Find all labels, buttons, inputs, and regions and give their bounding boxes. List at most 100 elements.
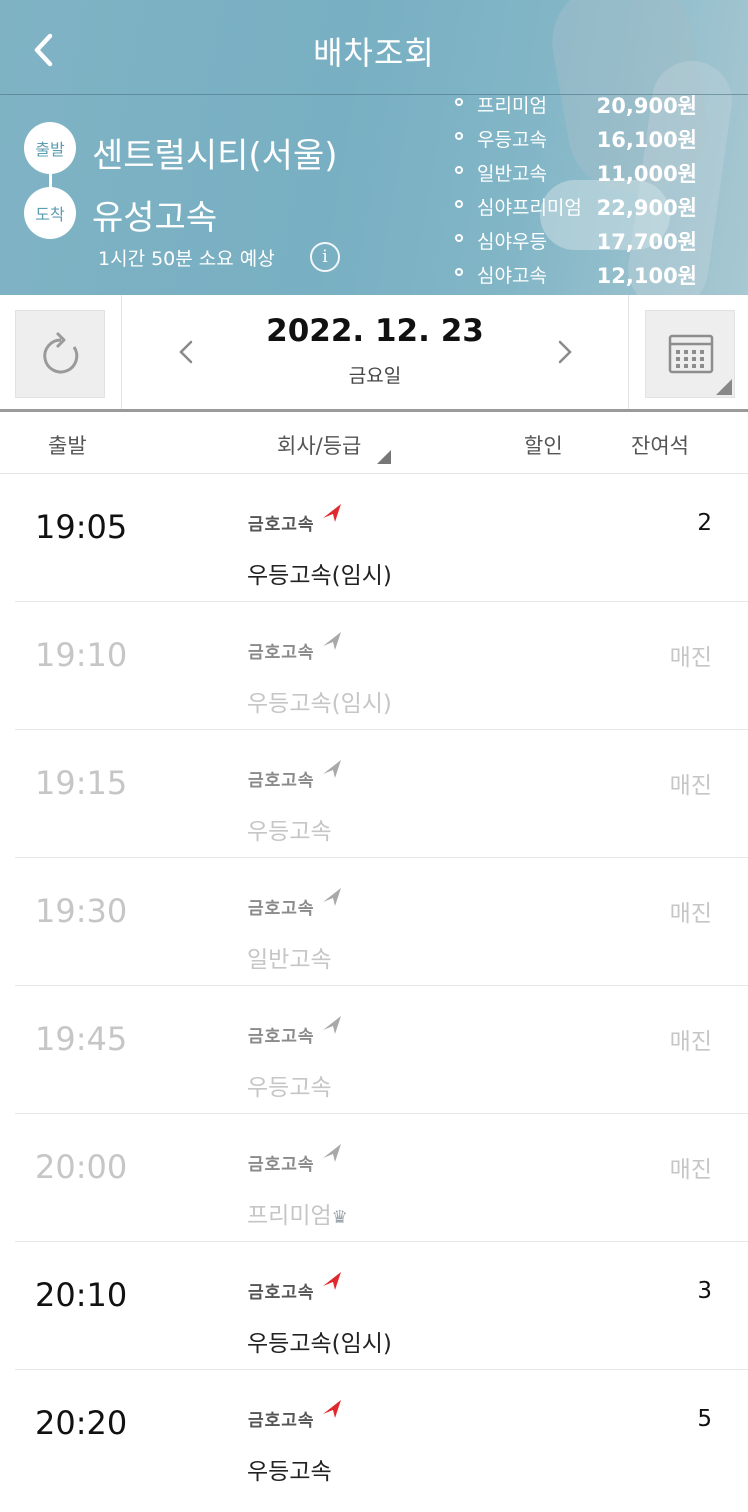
company-logo: 금호고속	[248, 502, 348, 535]
bullet-icon	[455, 166, 463, 174]
company-logo: 금호고속	[248, 1398, 348, 1431]
info-icon[interactable]: i	[310, 242, 340, 272]
bullet-icon	[455, 132, 463, 140]
company-name: 금호고속	[248, 1155, 315, 1175]
company-name: 금호고속	[248, 643, 315, 663]
remaining-seats: 매진	[669, 645, 712, 671]
selected-day: 금요일	[348, 365, 402, 387]
fare-price: 22,900원	[596, 196, 697, 220]
logo-mark-icon	[323, 1272, 341, 1290]
route-header: 배차조회 출발 도착 센트럴시티(서울) 유성고속 1시간 50분 소요 예상 …	[0, 0, 748, 295]
column-seats: 잔여석	[631, 434, 689, 458]
bullet-icon	[455, 98, 463, 106]
departure-badge: 출발	[24, 122, 76, 174]
column-departure: 출발	[48, 434, 87, 458]
bullet-icon	[455, 200, 463, 208]
departure-time: 19:15	[35, 764, 128, 802]
fare-name: 우등고속	[477, 129, 547, 151]
logo-mark-icon	[323, 632, 341, 650]
chevron-right-icon	[558, 340, 572, 364]
remaining-seats: 매진	[669, 1029, 712, 1055]
selected-date: 2022. 12. 23	[266, 313, 484, 349]
column-discount: 할인	[524, 434, 563, 458]
column-company-sort[interactable]: 회사/등급	[277, 430, 361, 460]
bus-grade: 프리미엄♛	[247, 1196, 348, 1230]
fare-row: 프리미엄 20,900원	[455, 88, 705, 122]
company-logo: 금호고속	[248, 1270, 348, 1303]
company-logo: 금호고속	[248, 630, 348, 663]
fare-price: 16,100원	[596, 128, 697, 152]
remaining-seats: 2	[697, 510, 712, 536]
fare-row: 일반고속 11,000원	[455, 156, 705, 190]
refresh-button[interactable]	[15, 310, 105, 398]
bus-grade: 일반고속	[247, 947, 332, 973]
sort-icon[interactable]	[377, 450, 391, 464]
crown-icon: ♛	[331, 1207, 348, 1228]
top-bar: 배차조회	[0, 0, 748, 95]
schedule-row[interactable]: 19:10 금호고속 우등고속(임시) 매진	[15, 602, 748, 730]
fare-name: 심야우등	[477, 231, 547, 253]
company-logo: 금호고속	[248, 758, 348, 791]
company-name: 금호고속	[248, 515, 315, 535]
fare-row: 우등고속 16,100원	[455, 122, 705, 156]
bullet-icon	[455, 268, 463, 276]
page-title: 배차조회	[313, 34, 435, 72]
bus-grade: 우등고속	[247, 1075, 332, 1101]
company-name: 금호고속	[248, 1027, 315, 1047]
divider	[121, 295, 122, 409]
logo-mark-icon	[323, 504, 341, 522]
schedule-list: 19:05 금호고속 우등고속(임시) 2 19:10 금호고속 우등고속(임시…	[0, 474, 748, 1498]
company-name: 금호고속	[248, 899, 315, 919]
company-logo: 금호고속	[248, 886, 348, 919]
fare-row: 심야프리미엄 22,900원	[455, 190, 705, 224]
schedule-row[interactable]: 20:20 금호고속 우등고속 5	[15, 1370, 748, 1498]
schedule-row[interactable]: 19:05 금호고속 우등고속(임시) 2	[15, 474, 748, 602]
company-name: 금호고속	[248, 1283, 315, 1303]
remaining-seats: 매진	[669, 901, 712, 927]
schedule-row[interactable]: 19:15 금호고속 우등고속 매진	[15, 730, 748, 858]
grade-label: 프리미엄	[247, 1203, 332, 1229]
logo-mark-icon	[323, 760, 341, 778]
bullet-icon	[455, 234, 463, 242]
refresh-icon	[43, 331, 79, 374]
fare-list: 프리미엄 20,900원 우등고속 16,100원 일반고속 11,000원 심…	[455, 88, 705, 292]
bus-grade: 우등고속(임시)	[247, 691, 392, 717]
schedule-row[interactable]: 19:30 금호고속 일반고속 매진	[15, 858, 748, 986]
departure-time: 20:00	[35, 1148, 128, 1186]
remaining-seats: 5	[697, 1406, 712, 1432]
departure-time: 19:05	[35, 508, 128, 546]
divider	[628, 295, 629, 409]
chevron-left-icon	[179, 340, 193, 364]
duration-text: 1시간 50분 소요 예상	[98, 248, 275, 270]
departure-time: 20:20	[35, 1404, 128, 1442]
company-logo: 금호고속	[248, 1142, 348, 1175]
fare-name: 심야프리미엄	[477, 197, 582, 219]
schedule-row[interactable]: 19:45 금호고속 우등고속 매진	[15, 986, 748, 1114]
departure-time: 19:45	[35, 1020, 128, 1058]
remaining-seats: 3	[697, 1278, 712, 1304]
fare-name: 심야고속	[477, 265, 547, 287]
bus-grade: 우등고속(임시)	[247, 563, 392, 589]
schedule-row[interactable]: 20:00 금호고속 프리미엄♛ 매진	[15, 1114, 748, 1242]
prev-date-button[interactable]	[172, 337, 202, 367]
bus-grade: 우등고속	[247, 819, 332, 845]
company-logo: 금호고속	[248, 1014, 348, 1047]
fare-row: 심야고속 12,100원	[455, 258, 705, 292]
departure-station: 센트럴시티(서울)	[92, 136, 338, 176]
logo-mark-icon	[323, 1400, 341, 1418]
remaining-seats: 매진	[669, 773, 712, 799]
column-header: 출발 회사/등급 할인 잔여석	[0, 412, 748, 474]
fare-price: 11,000원	[596, 162, 697, 186]
departure-time: 19:30	[35, 892, 128, 930]
departure-time: 19:10	[35, 636, 128, 674]
fare-name: 일반고속	[477, 163, 547, 185]
fare-price: 20,900원	[596, 94, 697, 118]
arrival-badge: 도착	[24, 187, 76, 239]
next-date-button[interactable]	[549, 337, 579, 367]
schedule-row[interactable]: 20:10 금호고속 우등고속(임시) 3	[15, 1242, 748, 1370]
remaining-seats: 매진	[669, 1157, 712, 1183]
departure-time: 20:10	[35, 1276, 128, 1314]
corner-indicator	[716, 379, 732, 395]
bus-grade: 우등고속	[247, 1459, 332, 1485]
calendar-button[interactable]	[645, 310, 735, 398]
